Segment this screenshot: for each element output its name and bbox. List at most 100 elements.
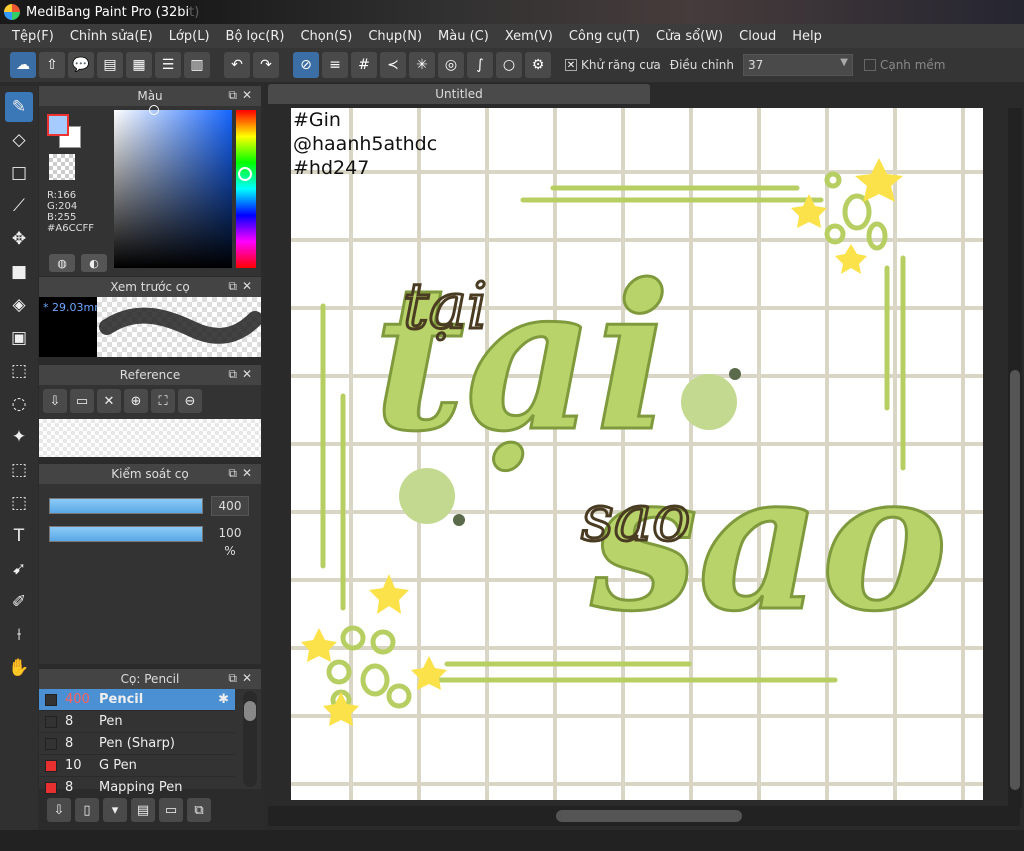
menu-cloud[interactable]: Cloud [731,29,784,44]
cloud-brush-icon[interactable]: ⇩ [47,798,71,822]
color-history-icon[interactable]: ◐ [81,254,107,272]
bucket-tool-icon[interactable]: ◈ [5,290,33,320]
panel-close-icon[interactable]: ⧉✕ [228,466,257,481]
fill-rect-tool-icon[interactable]: ■ [5,257,33,287]
cloud-download-icon[interactable]: ⇩ [43,389,67,413]
brush-list-scrollbar[interactable] [243,691,257,787]
settings-list-icon[interactable]: ▥ [184,52,210,78]
hue-slider[interactable] [236,110,256,268]
hue-cursor[interactable] [238,167,252,181]
circle-snap-icon[interactable]: ○ [496,52,522,78]
snap-off-icon[interactable]: ⊘ [293,52,319,78]
redo-icon[interactable]: ↷ [253,52,279,78]
soft-edge-checkbox[interactable] [863,59,876,71]
select-eraser-tool-icon[interactable]: ⬚ [5,488,33,518]
divide-tool-icon[interactable]: ✐ [5,587,33,617]
brush-preview-header: Xem trước cọ ⧉✕ [39,277,261,297]
saturation-value-picker[interactable] [114,105,232,268]
canvas-vertical-scrollbar[interactable] [1008,108,1022,808]
menu-tools[interactable]: Công cụ(T) [561,29,648,44]
close-icon[interactable]: ✕ [97,389,121,413]
transparent-color-swatch[interactable] [49,154,75,180]
brush-item[interactable]: 10 G Pen [39,755,235,777]
upload-icon[interactable]: ⇧ [39,52,65,78]
brush-menu-icon[interactable]: ▾ [103,798,127,822]
hand-tool-icon[interactable]: ✋ [5,653,33,683]
brush-opacity-slider[interactable] [49,526,203,542]
undo-icon[interactable]: ↶ [224,52,250,78]
new-brush-icon[interactable]: ▯ [75,798,99,822]
brush-list-footer: ⇩ ▯ ▾ ▤ ▭ ⧉ [39,794,261,826]
gradient-tool-icon[interactable]: ▣ [5,323,33,353]
brush-size-slider[interactable] [49,498,203,514]
menu-layer[interactable]: Lớp(L) [161,29,218,44]
brush-settings-gear-icon[interactable]: ✱ [218,692,229,707]
select-rect-tool-icon[interactable]: ⬚ [5,356,33,386]
brush-stroke-preview [97,297,263,357]
menu-filter[interactable]: Bộ lọc(R) [218,29,293,44]
brush-item[interactable]: 400 Pencil ✱ [39,689,235,711]
panel-close-icon[interactable]: ⧉✕ [228,279,257,294]
red-value: R:166 [47,190,77,201]
snap-settings-icon[interactable]: ⚙ [525,52,551,78]
menu-color[interactable]: Màu (C) [430,29,497,44]
grid-snap-icon[interactable]: # [351,52,377,78]
panel-close-icon[interactable]: ⧉✕ [228,367,257,382]
brush-size-value[interactable]: 400 [211,496,249,516]
brush-item[interactable]: 8 Pen [39,711,235,733]
text-tool-icon[interactable]: T [5,521,33,551]
menu-snap[interactable]: Chụp(N) [360,29,430,44]
horizontal-scroll-thumb[interactable] [556,810,742,822]
zoom-in-icon[interactable]: ⊕ [124,389,148,413]
message-icon[interactable]: ▤ [97,52,123,78]
foreground-color-swatch[interactable] [47,114,69,136]
antialias-label: Khử răng cưa [581,58,661,72]
eyedropper-tool-icon[interactable]: ⟊ [5,620,33,650]
zoom-out-icon[interactable]: ⊖ [178,389,202,413]
perspective-snap-icon[interactable]: ≺ [380,52,406,78]
select-pen-tool-icon[interactable]: ⬚ [5,455,33,485]
dot-pen-tool-icon[interactable]: ⟋ [5,191,33,221]
brush-settings-icon[interactable]: ▤ [131,798,155,822]
lasso-tool-icon[interactable]: ◌ [5,389,33,419]
menu-help[interactable]: Help [784,29,830,44]
eraser-tool-icon[interactable]: ◇ [5,125,33,155]
vertical-scroll-thumb[interactable] [1010,370,1020,790]
reference-canvas[interactable] [39,419,261,457]
panel-close-icon[interactable]: ⧉✕ [228,671,257,686]
antialias-toggle[interactable]: ✕ Khử răng cưa [565,58,661,72]
menu-select[interactable]: Chọn(S) [292,29,360,44]
canvas-horizontal-scrollbar[interactable] [268,806,1020,826]
brush-folder-icon[interactable]: ▭ [159,798,183,822]
sv-cursor[interactable] [149,105,159,115]
adjust-select[interactable]: 37 ▼ [742,54,853,76]
operation-tool-icon[interactable]: ➹ [5,554,33,584]
palette-icon[interactable]: ◍ [49,254,75,272]
parallel-snap-icon[interactable]: ≡ [322,52,348,78]
magic-wand-tool-icon[interactable]: ✦ [5,422,33,452]
menu-file[interactable]: Tệp(F) [4,29,62,44]
document-icon[interactable]: ▦ [126,52,152,78]
panel-close-icon[interactable]: ⧉✕ [228,88,257,103]
menu-view[interactable]: Xem(V) [497,29,561,44]
pen-tool-icon[interactable]: ✎ [5,92,33,122]
layer-list-icon[interactable]: ☰ [155,52,181,78]
cloud-icon[interactable]: ☁ [10,52,36,78]
duplicate-brush-icon[interactable]: ⧉ [187,798,211,822]
rectangle-tool-icon[interactable]: □ [5,158,33,188]
antialias-checkbox[interactable]: ✕ [565,59,577,71]
fit-icon[interactable]: ⛶ [151,389,175,413]
soft-edge-toggle[interactable]: Cạnh mềm [863,58,946,72]
brush-opacity-value: 100 % [218,526,242,558]
menu-window[interactable]: Cửa sổ(W) [648,29,731,44]
menu-edit[interactable]: Chỉnh sửa(E) [62,29,161,44]
comment-icon[interactable]: 💬 [68,52,94,78]
document-tab[interactable]: Untitled [268,84,650,104]
brush-item[interactable]: 8 Pen (Sharp) [39,733,235,755]
folder-open-icon[interactable]: ▭ [70,389,94,413]
move-tool-icon[interactable]: ✥ [5,224,33,254]
concentric-snap-icon[interactable]: ◎ [438,52,464,78]
drawing-canvas[interactable]: tại sao tại sao #Gin @haanh5athdc #hd247 [291,108,983,800]
curve-snap-icon[interactable]: ∫ [467,52,493,78]
radial-snap-icon[interactable]: ✳ [409,52,435,78]
